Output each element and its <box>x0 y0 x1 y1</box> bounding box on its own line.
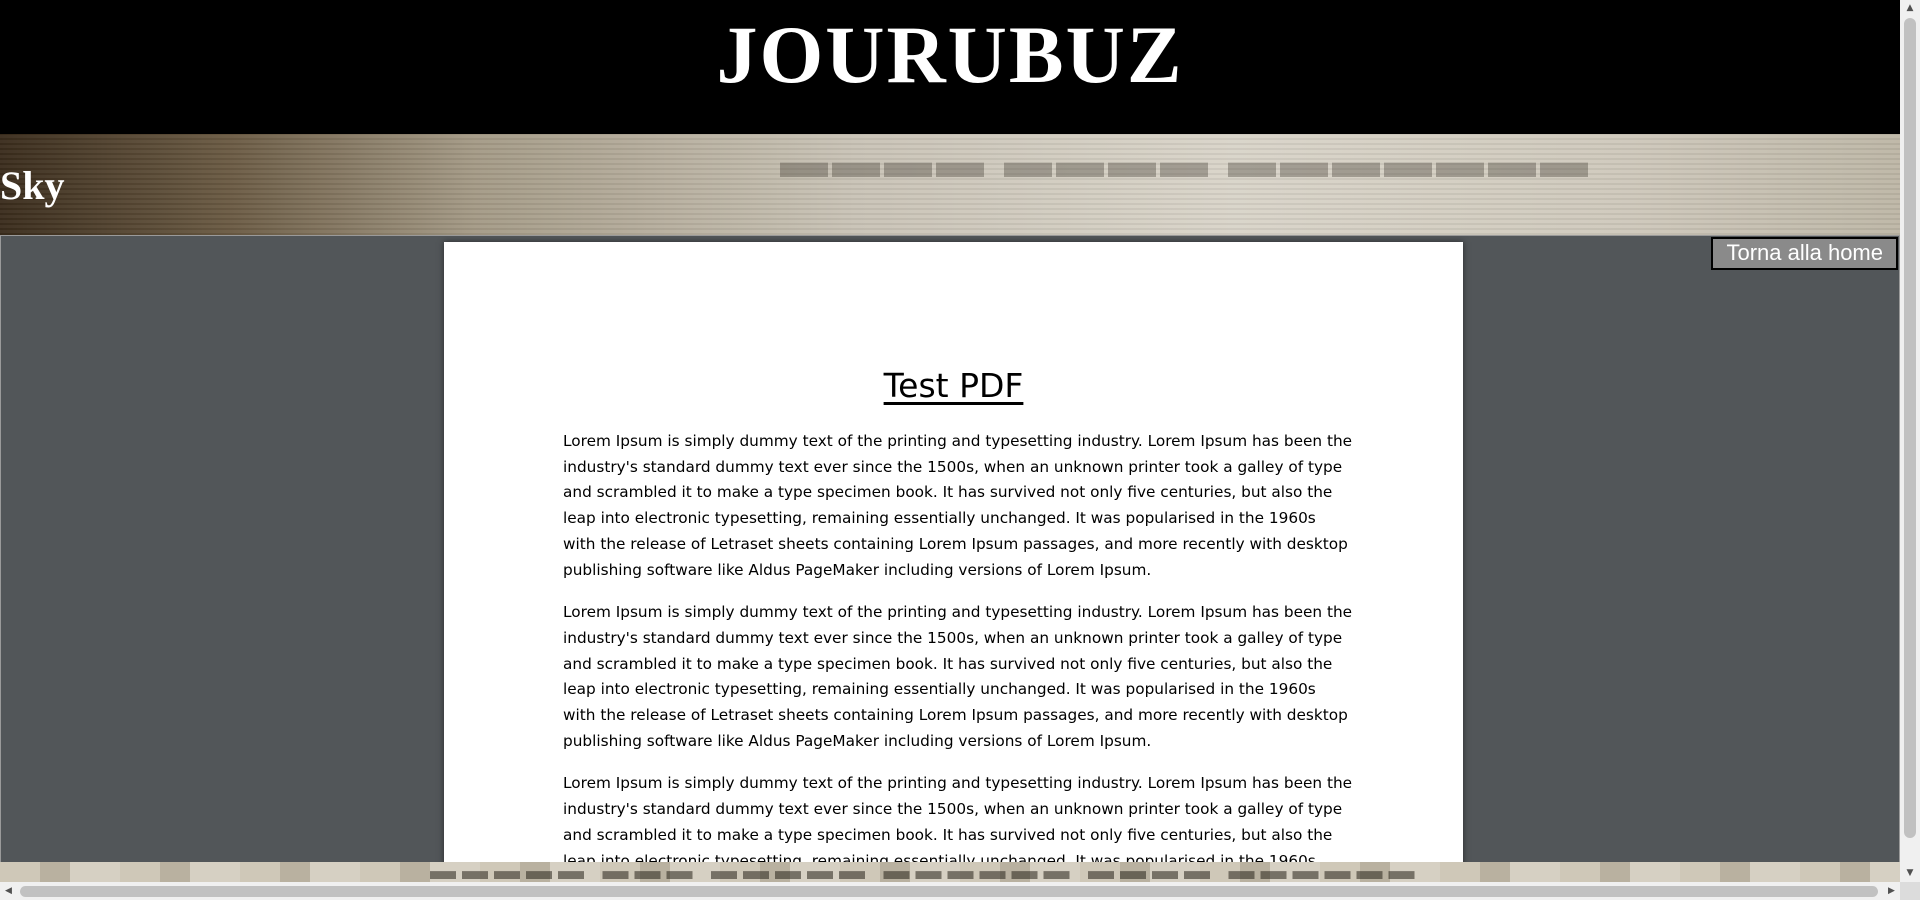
scroll-left-arrow-icon[interactable]: ◀ <box>0 882 17 900</box>
pdf-body: Lorem Ipsum is simply dummy text of the … <box>444 405 1463 864</box>
pdf-title-text: Test PDF <box>883 366 1024 405</box>
pdf-title: Test PDF <box>444 242 1463 405</box>
horizontal-scrollbar[interactable]: ◀ ▶ <box>0 882 1920 900</box>
scroll-up-arrow-icon[interactable]: ▲ <box>1900 0 1920 17</box>
scroll-down-arrow-icon[interactable]: ▼ <box>1900 865 1920 882</box>
pdf-viewer[interactable]: Test PDF Lorem Ipsum is simply dummy tex… <box>0 235 1900 864</box>
vertical-scrollbar[interactable]: ▲ ▼ <box>1900 0 1920 882</box>
pdf-page: Test PDF Lorem Ipsum is simply dummy tex… <box>444 242 1463 864</box>
back-to-home-button[interactable]: Torna alla home <box>1711 237 1898 270</box>
section-banner: ▬▬▬▬ ▬▬▬▬ ▬▬▬▬▬▬▬ Sky <box>0 134 1900 235</box>
pdf-paragraph: Lorem Ipsum is simply dummy text of the … <box>563 603 1353 750</box>
newspaper-background-image: ▬▬▬▬ ▬▬▬▬ ▬▬▬▬▬▬▬ <box>780 135 1592 188</box>
scrollbar-corner <box>1900 882 1920 900</box>
pdf-paragraph: Lorem Ipsum is simply dummy text of the … <box>563 432 1353 579</box>
section-title: Sky <box>0 163 65 208</box>
newspaper-footer-image: ▬▬▬▬▬ ▬▬▬ ▬▬▬▬▬ ▬▬▬▬▬▬ ▬▬▬▬ ▬▬▬▬▬▬ <box>0 862 1900 882</box>
scroll-right-arrow-icon[interactable]: ▶ <box>1883 882 1900 900</box>
horizontal-scroll-thumb[interactable] <box>20 886 1878 897</box>
site-title: JOURUBUZ <box>716 9 1184 100</box>
pdf-paragraph: Lorem Ipsum is simply dummy text of the … <box>563 774 1353 864</box>
vertical-scroll-thumb[interactable] <box>1904 18 1916 838</box>
site-masthead: JOURUBUZ <box>0 0 1900 134</box>
